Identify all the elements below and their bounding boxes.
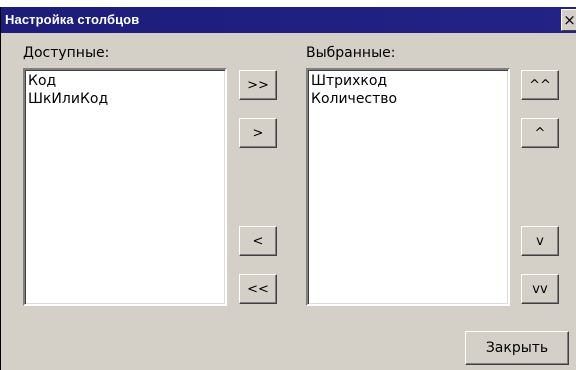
list-item[interactable]: Штрихкод	[311, 72, 505, 90]
remove-all-button[interactable]: <<	[239, 274, 277, 304]
window-title: Настройка столбцов	[5, 12, 140, 27]
available-label: Доступные:	[23, 45, 110, 61]
list-item[interactable]: Количество	[311, 90, 505, 108]
move-up-button[interactable]: ^	[521, 118, 559, 148]
close-button[interactable]: Закрыть	[465, 331, 569, 365]
add-all-button[interactable]: >>	[239, 70, 277, 100]
close-icon[interactable]: ×	[561, 9, 576, 31]
column-settings-dialog: Настройка столбцов × Доступные: Код ШкИл…	[0, 7, 576, 370]
move-top-button[interactable]: ^^	[521, 70, 559, 100]
remove-one-button[interactable]: <	[239, 226, 277, 256]
selected-label: Выбранные:	[306, 45, 396, 61]
available-list[interactable]: Код ШкИлиКод	[23, 68, 227, 306]
move-bottom-button[interactable]: vv	[521, 274, 559, 304]
move-down-button[interactable]: v	[521, 226, 559, 256]
title-bar[interactable]: Настройка столбцов ×	[1, 7, 576, 33]
add-one-button[interactable]: >	[239, 118, 277, 148]
list-item[interactable]: Код	[28, 72, 222, 90]
selected-list[interactable]: Штрихкод Количество	[306, 68, 510, 306]
list-item[interactable]: ШкИлиКод	[28, 90, 222, 108]
